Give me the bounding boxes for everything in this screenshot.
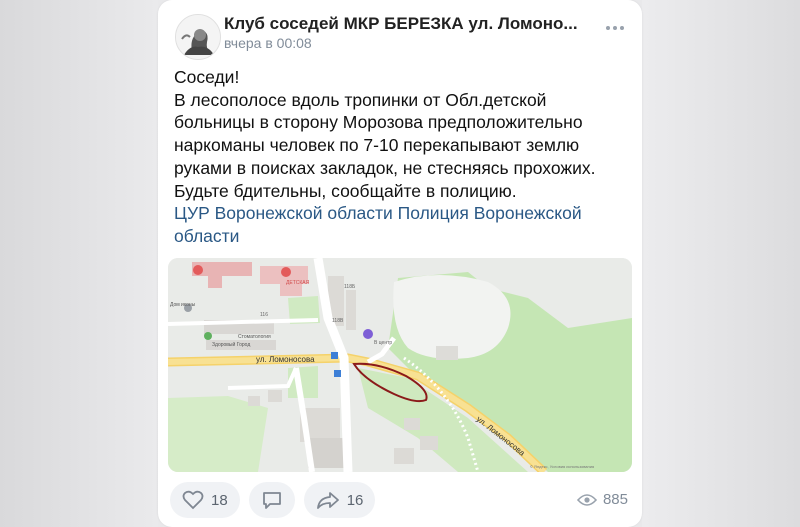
views-counter: 885 bbox=[576, 491, 628, 508]
mention-link[interactable]: ЦУР Воронежской области Полиция Воронежс… bbox=[174, 202, 624, 225]
post-text-line: В лесополосе вдоль тропинки от Обл.детск… bbox=[174, 89, 547, 110]
forest-area bbox=[168, 396, 268, 472]
map-image[interactable]: ул. Ломоносова ул. Ломоносова Дом иконы … bbox=[168, 258, 632, 472]
share-icon bbox=[316, 492, 339, 509]
map-credit: © Яндекс, Условия использования bbox=[530, 464, 594, 469]
map-label: Стоматология bbox=[238, 334, 271, 340]
like-count: 18 bbox=[211, 491, 228, 509]
post-text: Соседи! В лесополосе вдоль тропинки от О… bbox=[174, 66, 624, 248]
group-avatar[interactable] bbox=[175, 14, 221, 60]
map-label: В центр bbox=[374, 340, 392, 346]
pharmacy-icon bbox=[204, 332, 212, 340]
building bbox=[420, 436, 438, 450]
more-options-icon[interactable] bbox=[606, 26, 624, 30]
street-label: ул. Ломоносова bbox=[256, 355, 315, 364]
post-text-line: Будьте бдительны, сообщайте в полицию. bbox=[174, 180, 517, 201]
share-button[interactable]: 16 bbox=[303, 482, 376, 518]
post-text-line: Соседи! bbox=[174, 67, 240, 87]
map-label: 118Б bbox=[344, 284, 356, 290]
like-button[interactable]: 18 bbox=[170, 482, 240, 518]
eye-icon bbox=[576, 493, 597, 506]
hospital-icon bbox=[193, 265, 203, 275]
post-text-line: руками в поисках закладок, не стесняясь … bbox=[174, 157, 596, 178]
comment-button[interactable] bbox=[248, 482, 295, 518]
post-card: Клуб соседей МКР БЕРЕЗКА ул. Ломоно... в… bbox=[158, 0, 642, 527]
building bbox=[208, 276, 222, 288]
hospital-icon bbox=[281, 267, 291, 277]
map-label: Здоровый Город bbox=[212, 341, 250, 348]
building bbox=[248, 396, 260, 406]
map-label: 118В bbox=[332, 318, 344, 324]
bus-stop-icon bbox=[331, 352, 338, 359]
group-title[interactable]: Клуб соседей МКР БЕРЕЗКА ул. Ломоно... bbox=[224, 14, 594, 34]
comment-icon bbox=[262, 492, 281, 509]
post-text-line: больницы в сторону Морозова предположите… bbox=[174, 112, 583, 133]
mention-link[interactable]: области bbox=[174, 225, 624, 248]
building bbox=[394, 448, 414, 464]
building bbox=[404, 418, 420, 430]
repost-count: 16 bbox=[346, 491, 364, 509]
poi-pin-icon bbox=[363, 329, 373, 339]
map-label: 116 bbox=[260, 312, 268, 318]
building bbox=[346, 290, 356, 330]
map-label: Дом иконы bbox=[170, 302, 196, 308]
background-right bbox=[642, 0, 800, 527]
post-time[interactable]: вчера в 00:08 bbox=[224, 35, 312, 51]
heart-icon bbox=[182, 490, 204, 510]
building bbox=[268, 390, 282, 402]
background-left bbox=[0, 0, 158, 527]
bus-stop-icon bbox=[334, 370, 341, 377]
views-count: 885 bbox=[602, 491, 628, 508]
map-label: ДЕТСКАЯ bbox=[286, 280, 310, 286]
building bbox=[436, 346, 458, 360]
post-text-line: наркоманы человек по 7-10 перекапывают з… bbox=[174, 135, 580, 156]
